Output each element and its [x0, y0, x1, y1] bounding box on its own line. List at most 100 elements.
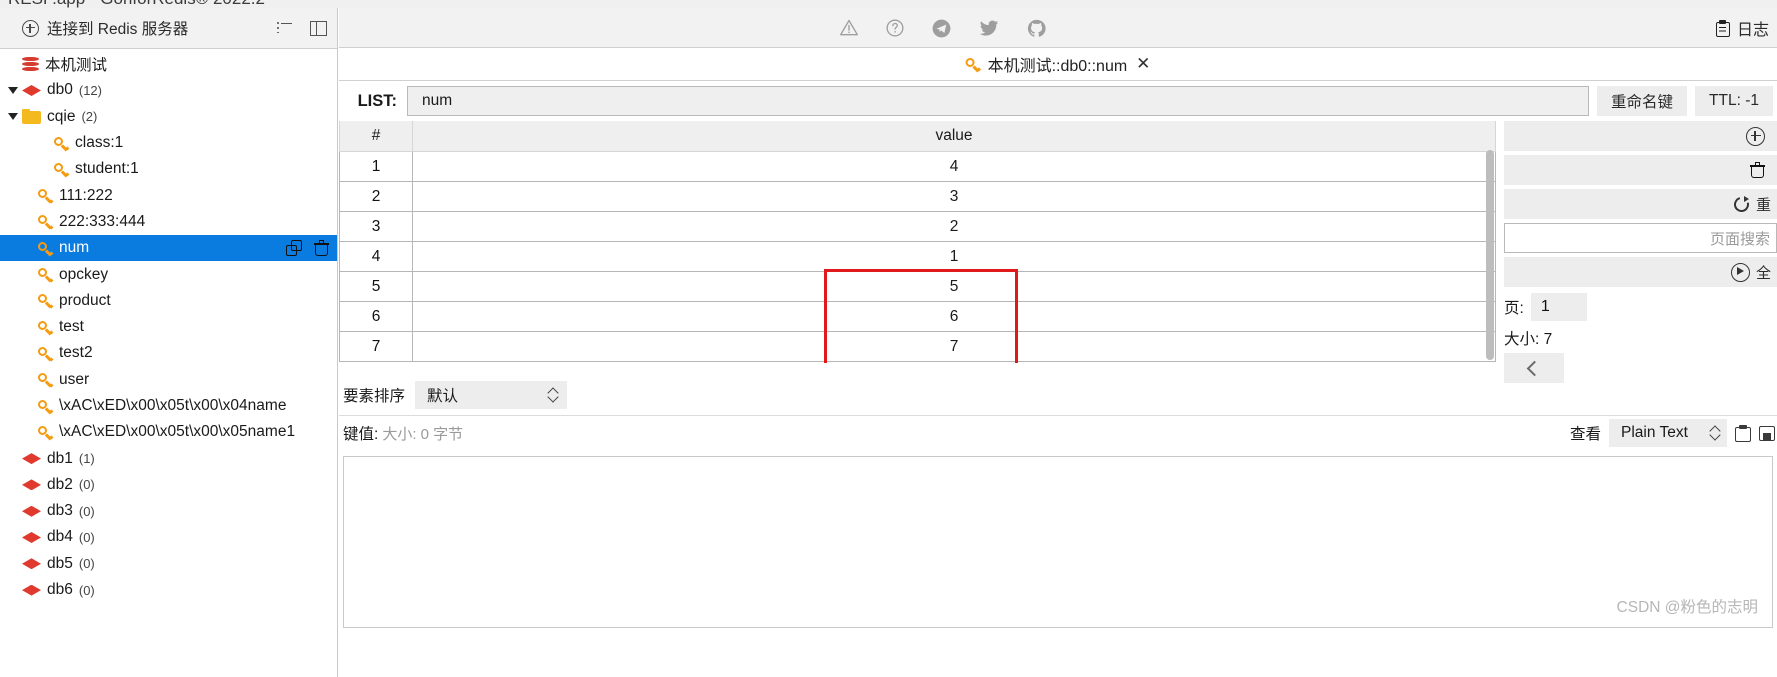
- save-icon[interactable]: [1759, 425, 1775, 442]
- close-icon[interactable]: ✕: [1136, 54, 1150, 74]
- tree-item-db6[interactable]: db6 (0): [0, 577, 337, 603]
- expand-toggle[interactable]: [4, 113, 22, 121]
- table-vertical-scrollbar[interactable]: [1486, 150, 1494, 360]
- tree-item-111:222[interactable]: 111:222: [0, 182, 337, 208]
- table-row[interactable]: 23: [339, 181, 1496, 212]
- tree-item-label: db2: [47, 475, 73, 493]
- tree-item-label: 本机测试: [45, 57, 108, 75]
- key-icon: [38, 399, 54, 414]
- key-icon: [38, 320, 54, 335]
- page-number-input[interactable]: 1: [1530, 293, 1587, 321]
- sort-label: 要素排序: [343, 388, 406, 405]
- delete-row-button[interactable]: [1504, 155, 1777, 185]
- warning-triangle-icon[interactable]: [839, 18, 859, 38]
- key-name-input[interactable]: num: [407, 86, 1590, 116]
- cell-value[interactable]: 7: [412, 331, 1496, 362]
- telegram-icon[interactable]: [931, 18, 952, 39]
- paste-icon[interactable]: [1735, 424, 1751, 442]
- tree-item-num[interactable]: num: [0, 235, 337, 262]
- ttl-badge[interactable]: TTL: -1: [1695, 86, 1773, 116]
- cell-value[interactable]: 4: [412, 151, 1496, 182]
- tree-item-xACxEDx00x05tx00x05name1[interactable]: \xAC\xED\x00\x05t\x00\x05name1: [0, 419, 337, 445]
- delete-key-icon[interactable]: [314, 240, 329, 256]
- load-all-label: 全: [1755, 264, 1771, 282]
- reload-button[interactable]: 重: [1504, 189, 1777, 219]
- tree-item-label: test2: [59, 344, 93, 362]
- tree-item-db2[interactable]: db2 (0): [0, 472, 337, 498]
- tree-item-label: \xAC\xED\x00\x05t\x00\x05name1: [59, 423, 296, 441]
- tree-item-test2[interactable]: test2: [0, 340, 337, 366]
- tree-item-db5[interactable]: db5 (0): [0, 551, 337, 577]
- add-row-button[interactable]: [1504, 121, 1777, 151]
- expand-toggle[interactable]: [4, 86, 22, 94]
- table-row[interactable]: 66: [339, 301, 1496, 332]
- tree-item-class:1[interactable]: class:1: [0, 130, 337, 156]
- caret-down-icon: [8, 86, 18, 94]
- values-table-wrapper: # value 14233241556677: [339, 121, 1496, 363]
- cell-value[interactable]: 5: [412, 271, 1496, 302]
- tree-item-product[interactable]: product: [0, 288, 337, 314]
- column-header-value[interactable]: value: [412, 121, 1496, 152]
- key-icon: [38, 241, 54, 256]
- page-search-input[interactable]: 页面搜索: [1504, 223, 1777, 253]
- tree-item-db4[interactable]: db4 (0): [0, 524, 337, 550]
- tree-item-222:333:444[interactable]: 222:333:444: [0, 209, 337, 235]
- table-row[interactable]: 41: [339, 241, 1496, 272]
- key-icon: [38, 372, 54, 388]
- tree-item-count: (0): [78, 556, 95, 572]
- help-circle-icon[interactable]: [885, 18, 905, 38]
- list-icon[interactable]: [277, 22, 292, 34]
- twitter-icon[interactable]: [978, 17, 1000, 39]
- tree-item-db3[interactable]: db3 (0): [0, 498, 337, 524]
- tree-item-opckey[interactable]: opckey: [0, 261, 337, 287]
- chevron-updown-icon: [1710, 425, 1721, 441]
- value-editor-tools: 查看 Plain Text: [1570, 419, 1777, 447]
- view-format-select[interactable]: Plain Text: [1609, 419, 1727, 447]
- tree-item-count: (0): [78, 529, 95, 545]
- tree-row-actions: [286, 235, 329, 261]
- database-icon: [22, 531, 41, 543]
- database-icon: [22, 558, 41, 570]
- previous-page-button[interactable]: [1504, 353, 1564, 383]
- key-icon: [38, 188, 54, 204]
- window-titlebar: RESP.app - GoriforRedis® 2022.2: [0, 0, 1777, 8]
- tree-item-user[interactable]: user: [0, 367, 337, 393]
- tree-item-cqie[interactable]: cqie (2): [0, 104, 337, 130]
- tree-item-student:1[interactable]: student:1: [0, 156, 337, 182]
- tree-item-xACxEDx00x05tx00x04name[interactable]: \xAC\xED\x00\x05t\x00\x04name: [0, 393, 337, 419]
- table-row[interactable]: 14: [339, 151, 1496, 182]
- table-row[interactable]: 32: [339, 211, 1496, 242]
- connect-to-redis-button[interactable]: 连接到 Redis 服务器: [22, 17, 188, 39]
- clipboard-icon: [1715, 19, 1730, 37]
- cell-value[interactable]: 3: [412, 181, 1496, 212]
- cell-value[interactable]: 2: [412, 211, 1496, 242]
- tree-item-db0[interactable]: db0 (12): [0, 77, 337, 103]
- load-all-button[interactable]: 全: [1504, 257, 1777, 287]
- values-side-panel: 重 页面搜索 全 页: 1 大小: 7: [1496, 121, 1777, 383]
- table-row[interactable]: 77: [339, 331, 1496, 362]
- tree-item-count: (1): [78, 451, 95, 467]
- cell-value[interactable]: 6: [412, 301, 1496, 332]
- tab-key-num[interactable]: 本机测试::db0::num ✕: [960, 48, 1157, 80]
- sort-order-select[interactable]: 默认: [415, 381, 568, 409]
- tree-item-label: 111:222: [59, 186, 113, 204]
- page-row: 页: 1: [1504, 293, 1777, 321]
- database-icon: [22, 453, 41, 465]
- duplicate-key-icon[interactable]: [286, 240, 302, 257]
- toolbar-social-icons: [839, 8, 1047, 48]
- toolbar-log-button[interactable]: 日志: [1715, 8, 1769, 48]
- column-header-index[interactable]: #: [339, 121, 413, 152]
- tree-item-[interactable]: 本机测试: [0, 51, 337, 77]
- table-row[interactable]: 55: [339, 271, 1496, 302]
- cell-index: 6: [339, 301, 413, 332]
- github-icon[interactable]: [1026, 18, 1047, 39]
- tree-item-label: db1: [47, 449, 73, 467]
- tree-item-test[interactable]: test: [0, 314, 337, 340]
- panel-layout-icon[interactable]: [310, 20, 327, 36]
- watermark: CSDN @粉色的志明: [1616, 599, 1758, 616]
- cell-value[interactable]: 1: [412, 241, 1496, 272]
- reload-label: 重: [1755, 196, 1771, 214]
- value-editor[interactable]: CSDN @粉色的志明: [343, 456, 1773, 628]
- tree-item-db1[interactable]: db1 (1): [0, 445, 337, 471]
- rename-key-button[interactable]: 重命名键: [1597, 86, 1688, 116]
